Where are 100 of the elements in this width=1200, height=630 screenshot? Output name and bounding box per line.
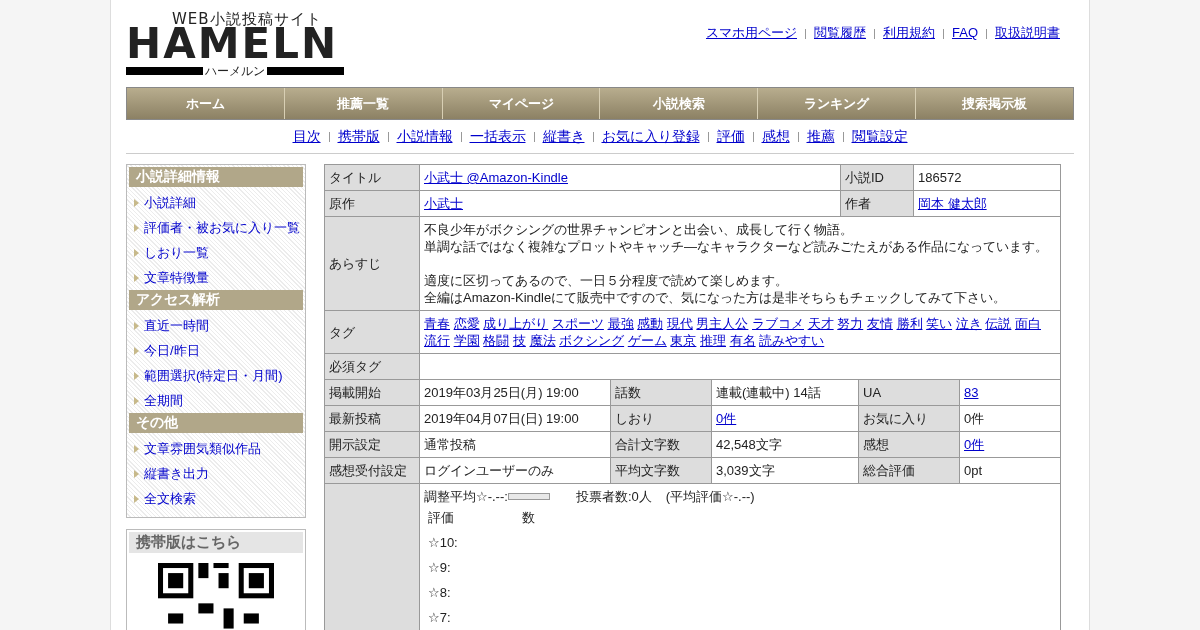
tag-link[interactable]: 東京 [670,333,697,348]
synopsis-text: 適度に区切ってあるので、一日５分程度で読めて楽しめます。 [424,272,789,289]
bullet-icon [134,469,139,478]
tag-link[interactable]: スポーツ [551,316,604,331]
tag-link[interactable]: 努力 [837,316,864,331]
subnav-link[interactable]: 評価 [716,128,745,144]
field-value: 2019年04月07日(日) 19:00 [424,411,579,426]
sidebar-link[interactable]: 全文検索 [144,489,196,508]
column-heading: 数 [522,509,535,526]
tag-link[interactable]: 面白 [1015,316,1041,331]
sidebar-link[interactable]: 範囲選択(特定日・月間) [144,366,283,385]
tag-link[interactable]: 泣き [955,316,982,331]
field-label: あらすじ [329,256,381,271]
subnav-link[interactable]: 閲覧設定 [851,128,908,144]
tag-link[interactable]: 笑い [926,316,953,331]
header-link[interactable]: 取扱説明書 [995,25,1060,40]
field-value: 3,039文字 [716,463,775,478]
bullet-icon [134,321,139,330]
rating-level: ☆10: [428,535,458,550]
tag-link[interactable]: 男主人公 [696,316,749,331]
sidebar-link[interactable]: 文章特徴量 [144,268,209,287]
sidebar-link[interactable]: 評価者・被お気に入り一覧 [144,218,300,237]
subnav-link[interactable]: 携帯版 [337,128,380,144]
tag-link[interactable]: 感動 [637,316,664,331]
field-label: しおり [615,411,654,426]
synopsis-text: 不良少年がボクシングの世界チャンピオンと出会い、成長して行く物語。 [424,221,854,238]
field-label: タグ [329,324,355,340]
tag-link[interactable]: ラブコメ [752,316,804,331]
tag-link[interactable]: 技 [512,333,526,348]
subnav-link[interactable]: 推薦 [806,128,835,144]
field-label: タイトル [329,170,381,185]
tag-link[interactable]: 伝説 [985,316,1012,331]
tag-link[interactable]: 流行 [424,333,450,348]
field-label: 必須タグ [329,359,381,374]
tag-link[interactable]: 読みやすい [759,333,825,348]
field-link[interactable]: 83 [964,385,979,400]
tag-link[interactable]: 学園 [453,333,480,348]
sidebar-link[interactable]: しおり一覧 [144,243,209,262]
header-link[interactable]: 閲覧履歴 [814,25,866,40]
field-label: 感想受付設定 [329,463,407,478]
sidebar-link[interactable]: 縦書き出力 [144,464,209,483]
header-link[interactable]: 利用規約 [883,25,935,40]
tag-link[interactable]: 友情 [866,316,893,331]
field-label: 合計文字数 [615,437,680,452]
bullet-icon [134,396,139,405]
tag-link[interactable]: 有名 [729,333,756,348]
sidebar-link[interactable]: 今日/昨日 [144,341,200,360]
field-label: 総合評価 [863,463,915,478]
sidebar-link[interactable]: 直近一時間 [144,316,209,335]
tag-link[interactable]: 現代 [666,316,693,331]
sidebar-link[interactable]: 小説詳細 [144,193,196,212]
field-link[interactable]: 小武士 [424,196,463,211]
field-label: 原作 [329,196,355,211]
subnav-link[interactable]: 小説情報 [396,128,453,144]
field-label: 平均文字数 [615,463,680,478]
field-link[interactable]: 小武士 @Amazon-Kindle [424,170,568,185]
field-value: 通常投稿 [424,437,476,452]
subnav-link[interactable]: 縦書き [542,128,585,144]
field-value: 0pt [964,463,983,478]
field-value: 42,548文字 [716,437,782,452]
tag-link[interactable]: 天才 [807,316,834,331]
sidebar-link[interactable]: 文章雰囲気類似作品 [144,439,261,458]
tag-link[interactable]: ゲーム [627,333,667,348]
subnav-link[interactable]: 目次 [292,128,321,144]
tag-link[interactable]: 青春 [424,316,450,331]
tag-link[interactable]: 最強 [607,316,634,331]
subnav-link[interactable]: 一括表示 [469,128,526,144]
tag-link[interactable]: 恋愛 [453,316,480,331]
field-label: 開示設定 [329,437,381,452]
rating-level: ☆8: [428,585,451,600]
sidebar-heading: その他 [129,413,303,433]
field-label: 話数 [615,385,641,400]
field-value: 186572 [918,170,962,185]
average-rating: (平均評価☆-.--) [665,488,755,505]
rating-level: ☆7: [428,610,451,625]
subnav-link[interactable]: 感想 [761,128,790,144]
subnav-link[interactable]: お気に入り登録 [601,128,700,144]
field-link[interactable]: 0件 [716,411,737,426]
sidebar-heading: アクセス解析 [129,290,303,310]
synopsis-text: 単調な話ではなく複雑なプロットやキャッチ—なキャラクターなど読みごたえがある作品になっています。 [424,238,1049,255]
tag-link[interactable]: 勝利 [896,316,923,331]
field-label: 作者 [845,196,871,211]
sidebar-link[interactable]: 全期間 [144,391,183,410]
tag-link[interactable]: 推理 [700,333,726,348]
field-value: 連載(連載中) 14話 [716,385,821,400]
tag-link[interactable]: ボクシング [559,333,625,348]
mobile-heading: 携帯版はこちら [129,532,303,553]
header-link[interactable]: FAQ [952,25,978,40]
field-label: 小説ID [845,170,884,185]
rating-level: ☆9: [428,560,451,575]
tag-link[interactable]: 格闘 [483,333,510,348]
field-label: UA [863,385,882,400]
site-logo[interactable]: WEB小説投稿サイト HAMELN ハーメルン [126,10,344,87]
rating-average: 調整平均☆-.--: [424,488,508,505]
tag-link[interactable]: 魔法 [529,333,556,348]
rating-bar [507,493,550,500]
field-link[interactable]: 0件 [964,437,985,452]
tag-link[interactable]: 成り上がり [483,316,549,331]
bullet-icon [134,248,139,257]
header-link[interactable]: スマホ用ページ [706,25,797,40]
